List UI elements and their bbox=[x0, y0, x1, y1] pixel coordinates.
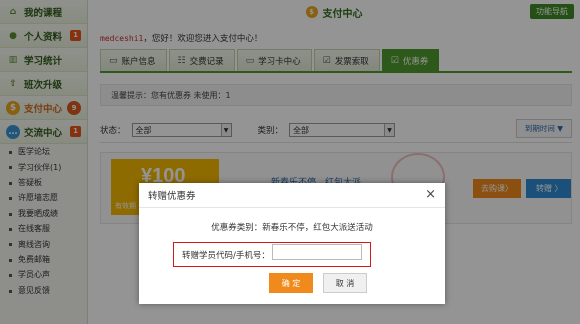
coupon-category-text: 优惠券类别：新春乐不停，红包大派送活动 bbox=[211, 223, 373, 233]
recipient-field-label: 转赠学员代码/手机号： bbox=[182, 250, 270, 261]
recipient-input[interactable] bbox=[272, 244, 362, 260]
confirm-button[interactable]: 确 定 bbox=[269, 273, 313, 293]
close-icon[interactable]: × bbox=[425, 188, 436, 202]
cancel-button[interactable]: 取 消 bbox=[323, 273, 367, 293]
dialog-title: 转赠优惠券 bbox=[148, 191, 196, 202]
dialog-header: 转赠优惠券 × bbox=[139, 183, 445, 208]
transfer-coupon-dialog: 转赠优惠券 × 优惠券类别：新春乐不停，红包大派送活动 转赠学员代码/手机号： … bbox=[139, 183, 445, 304]
